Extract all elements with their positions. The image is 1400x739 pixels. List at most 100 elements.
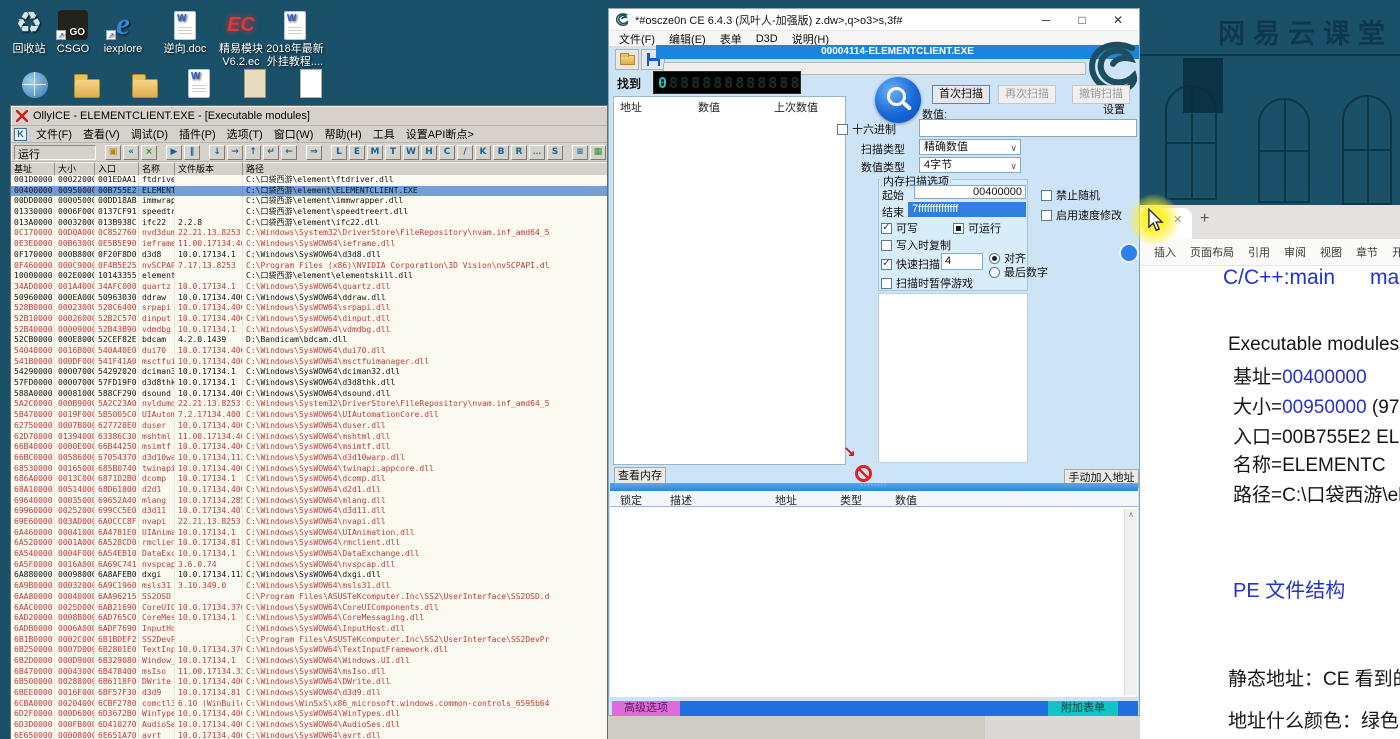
col-active[interactable]: 锁定 xyxy=(620,492,642,508)
module-row-comctl32[interactable]: 6CBA0000002040006CBF2780comctl326.10 (Wi… xyxy=(11,699,607,710)
module-row-TextInpu[interactable]: 6B2500000007D0006B2801E0TextInpu10.0.171… xyxy=(11,645,607,656)
toolbar-icon-button[interactable]: → xyxy=(227,145,243,160)
module-row-vdmdbg[interactable]: 52B400000000900052B43B90vdmdbg10.0.17134… xyxy=(11,325,607,336)
module-row-CoreUICo[interactable]: 6AAC00000025D0006AB21690CoreUICo10.0.171… xyxy=(11,603,607,614)
new-tab-icon[interactable]: + xyxy=(1200,210,1209,228)
open-table-button[interactable] xyxy=(615,49,639,70)
fast-scan-alignment-input[interactable]: 4 xyxy=(941,253,983,270)
module-row-d3d10war[interactable]: 66BC00000058600067054370d3d10war10.0.171… xyxy=(11,453,607,464)
desktop-icon-file[interactable] xyxy=(282,62,340,101)
toolbar-icon-button[interactable]: ← xyxy=(281,145,297,160)
ribbon-item-插入[interactable]: 插入 xyxy=(1154,244,1176,260)
col-address[interactable]: 地址 xyxy=(775,492,797,508)
module-row-WinTypes[interactable]: 6D2F0000000D60006D3672B0WinTypes10.0.171… xyxy=(11,709,607,720)
toolbar-icon-button[interactable]: « xyxy=(123,145,139,160)
desktop-icon-network[interactable] xyxy=(6,62,64,101)
column-header-4[interactable]: 名称 xyxy=(139,162,175,175)
toolbar-letter-E[interactable]: E xyxy=(349,145,365,160)
module-row-mshtml[interactable]: 62D700000139400063386C30mshtml11.00.1713… xyxy=(11,432,607,443)
toolbar-icon-button[interactable]: ≡ xyxy=(572,145,588,160)
module-row-DWrite[interactable]: 6B500000002880006B6118F0DWrite10.0.17134… xyxy=(11,677,607,688)
close-button[interactable]: ✕ xyxy=(1103,13,1133,27)
module-row-d3d9[interactable]: 6BEE00000016F0006BF57F30d3d910.0.17134.8… xyxy=(11,688,607,699)
desktop-icon-逆向.doc[interactable]: 逆向.doc xyxy=(156,4,214,56)
fast-scan-checkbox[interactable]: 快速扫描 xyxy=(881,256,940,272)
module-row-msls31[interactable]: 6A9B0000000320006A9C1960msls313.10.349.0… xyxy=(11,581,607,592)
module-row-bdcam[interactable]: 52CB0000000E800052CEF82Ebdcam4.2.0.1439D… xyxy=(11,335,607,346)
module-row-dui70[interactable]: 540400000016B000540A40E0dui7010.0.17134.… xyxy=(11,346,607,357)
module-row-mlang[interactable]: 696400000003500069652A40mlang10.0.17134.… xyxy=(11,496,607,507)
found-col-address[interactable]: 地址 xyxy=(620,99,642,115)
module-row-ELEMENTC[interactable]: 004000000095000000B755E2ELEMENTCC:\口袋西游\… xyxy=(11,186,607,197)
module-row-d3d8[interactable]: 0F170000000B80000F20F8D0d3d810.0.17134.1… xyxy=(11,250,607,261)
ribbon-item-视图[interactable]: 视图 xyxy=(1320,244,1342,260)
module-row-UIAnimat[interactable]: 6A460000000410006A4781E0UIAnimat10.0.171… xyxy=(11,528,607,539)
module-row-nvapi[interactable]: 69E60000003AD0006A0CCC8Fnvapi22.21.13.82… xyxy=(11,517,607,528)
olly-menu-item[interactable]: 文件(F) xyxy=(31,125,77,143)
maximize-button[interactable]: □ xyxy=(1067,13,1097,27)
column-header-6[interactable]: 路径 xyxy=(243,162,607,175)
module-row-AudioSes[interactable]: 6D3D0000000FB0006D410270AudioSes10.0.171… xyxy=(11,720,607,731)
desktop-icon-doc[interactable] xyxy=(170,62,228,101)
toolbar-icon-button[interactable]: ▦ xyxy=(590,145,606,160)
toolbar-letter-...[interactable]: ... xyxy=(529,145,545,160)
scroll-up-icon[interactable]: ∧ xyxy=(1128,510,1134,519)
toolbar-icon-button[interactable]: ‖ xyxy=(184,145,200,160)
first-scan-button[interactable]: 首次扫描 xyxy=(932,85,990,104)
last-digits-radio[interactable]: 最后数字 xyxy=(989,264,1048,280)
olly-menu-item[interactable]: 查看(V) xyxy=(78,125,125,143)
splitter-handle[interactable]: ········ xyxy=(610,483,1138,491)
found-address-list[interactable]: 地址 数值 上次数值 xyxy=(613,96,846,465)
advanced-options-button[interactable]: 高级选项 xyxy=(612,701,680,716)
col-type[interactable]: 类型 xyxy=(840,492,862,508)
desktop-icon-精易模块[interactable]: EC精易模块 V6.2.ec xyxy=(212,4,270,69)
toolbar-icon-button[interactable]: × xyxy=(141,145,157,160)
module-row-duser[interactable]: 627500000007B000627728E0duser10.0.17134.… xyxy=(11,421,607,432)
module-row-msIso[interactable]: 6B470000000430006B478400msIso11.00.17134… xyxy=(11,667,607,678)
ribbon-item-引用[interactable]: 引用 xyxy=(1248,244,1270,260)
copy-on-write-checkbox[interactable]: 写入时复制 xyxy=(881,237,951,253)
module-row-nvldumd[interactable]: 5A2C0000000B90005A2C23A0nvldumd22.21.13.… xyxy=(11,399,607,410)
module-row-dsound[interactable]: 588A000000081000588CF290dsound10.0.17134… xyxy=(11,389,607,400)
olly-menu-item[interactable]: 选项(T) xyxy=(222,125,268,143)
toolbar-icon-button[interactable]: ▣ xyxy=(105,145,121,160)
module-row-nvspcap[interactable]: 6A5F00000016A0006A69C741nvspcap3.6.0.74C… xyxy=(11,560,607,571)
attach-form-button[interactable]: 附加表单 xyxy=(1048,701,1118,716)
module-row-dcomp[interactable]: 686A00000013C0006871D2B0dcomp10.0.17134.… xyxy=(11,474,607,485)
module-row-SS2DevPr[interactable]: 6B1B00000002C0006B1BDEF2SS2DevPrC:\Progr… xyxy=(11,635,607,646)
ribbon-item-开发工具[interactable]: 开发工具 xyxy=(1392,244,1400,260)
speedhack-checkbox[interactable]: 启用速度修改 xyxy=(1041,207,1122,223)
module-row-ieframe[interactable]: 0E3E000000B630000E5B5E90ieframe11.00.171… xyxy=(11,239,607,250)
toolbar-icon-button[interactable]: ↑ xyxy=(245,145,261,160)
module-row-UIAutoma[interactable]: 5B4700000019F0005B5005C0UIAutoma7.2.1713… xyxy=(11,410,607,421)
scan-type-dropdown[interactable]: 精确数值∨ xyxy=(919,139,1021,155)
ollyice-titlebar[interactable]: OllyICE - ELEMENTCLIENT.EXE - [Executabl… xyxy=(11,106,607,126)
olly-menu-item[interactable]: 设置API断点> xyxy=(401,125,479,143)
module-row-nvd3dum[interactable]: 0C17000000D0A0000C852760nvd3dum22.21.13.… xyxy=(11,228,607,239)
toolbar-letter-S[interactable]: S xyxy=(547,145,563,160)
ribbon-item-页面布局[interactable]: 页面布局 xyxy=(1190,244,1234,260)
module-row-d3d8thk[interactable]: 57FD00000000700057FD19F0d3d8thk10.0.1713… xyxy=(11,378,607,389)
toolbar-letter-H[interactable]: H xyxy=(421,145,437,160)
module-row-twinapi_[interactable]: 6853000000165000685B0740twinapi_10.0.171… xyxy=(11,464,607,475)
module-row-DataExch[interactable]: 6A5400000004F0006A54EB10DataExch10.0.171… xyxy=(11,549,607,560)
modules-table[interactable]: 001D000000022000001EDAA1ftdriverC:\口袋西游\… xyxy=(11,175,607,739)
module-row-d3d11[interactable]: 6996000000252000699CC5E0d3d1110.0.17134.… xyxy=(11,506,607,517)
toolbar-icon-button[interactable]: ▶ xyxy=(166,145,182,160)
module-row-nvSCPAPI[interactable]: 0F460000000C90000F4B5E25nvSCPAPI7.17.13.… xyxy=(11,261,607,272)
toolbar-letter-M[interactable]: M xyxy=(367,145,383,160)
module-row-dinput[interactable]: 52B100000002600052B2C570dinput10.0.17134… xyxy=(11,314,607,325)
module-row-CoreMess[interactable]: 6AD200000008B0006AD765C0CoreMess10.0.171… xyxy=(11,613,607,624)
desktop-icon-folder[interactable] xyxy=(116,62,174,101)
desktop-icon-scroll[interactable] xyxy=(226,62,284,101)
module-row-immwrapp[interactable]: 00DD00000000500000DD18ABimmwrappC:\口袋西游\… xyxy=(11,196,607,207)
start-address-input[interactable]: 00400000 xyxy=(914,185,1026,199)
module-row-quartz[interactable]: 34AD0000001A400034AFC000quartz10.0.17134… xyxy=(11,282,607,293)
column-header-1[interactable]: 基址 xyxy=(11,162,55,175)
module-row-msctfuim[interactable]: 541B0000000DF000541F41A0msctfuim10.0.171… xyxy=(11,357,607,368)
olly-menu-item[interactable]: 工具 xyxy=(368,125,400,143)
col-value[interactable]: 数值 xyxy=(895,492,917,508)
column-header-5[interactable]: 文件版本 xyxy=(175,162,243,175)
toolbar-letter-T[interactable]: T xyxy=(385,145,401,160)
toolbar-letter-K[interactable]: K xyxy=(475,145,491,160)
